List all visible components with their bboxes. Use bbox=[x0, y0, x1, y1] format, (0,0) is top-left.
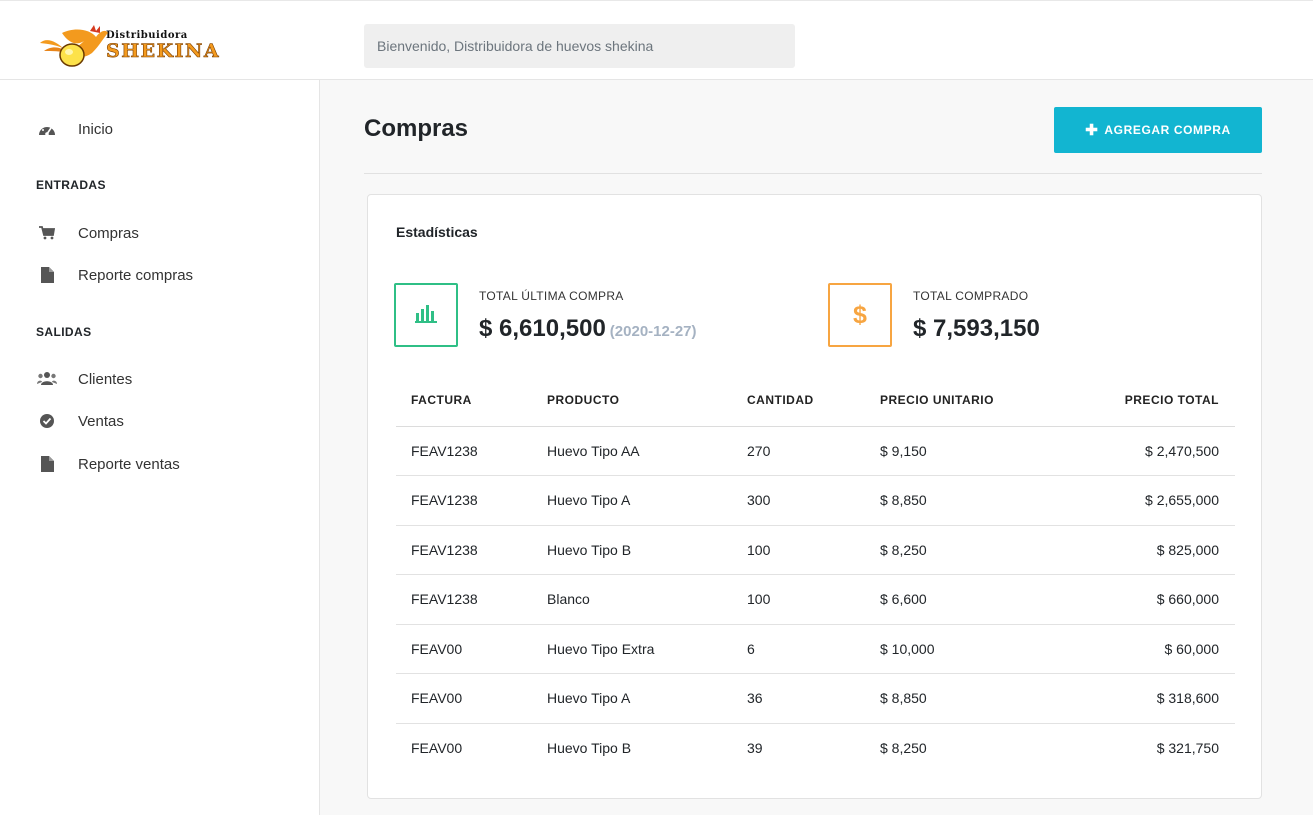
cell-producto: Blanco bbox=[532, 574, 732, 625]
sidebar-item-label: Clientes bbox=[78, 370, 133, 388]
sidebar-item-label: Ventas bbox=[78, 412, 124, 430]
last-purchase-date: (2020-12-27) bbox=[609, 323, 697, 340]
cell-precio-unitario: $ 8,250 bbox=[880, 740, 927, 756]
cell-producto: Huevo Tipo A bbox=[532, 475, 732, 526]
cell-factura: FEAV1238 bbox=[396, 426, 532, 476]
sidebar-item-reporte-compras[interactable]: Reporte compras bbox=[36, 266, 193, 284]
sidebar-item-label: Compras bbox=[78, 224, 139, 242]
total-purchased-label: TOTAL COMPRADO bbox=[913, 289, 1029, 303]
cell-cantidad: 36 bbox=[732, 673, 865, 724]
cell-precio-total: $ 321,750 bbox=[1156, 740, 1219, 756]
total-purchased-stat-icon-box: $ bbox=[828, 283, 892, 347]
cell-factura: FEAV00 bbox=[396, 624, 532, 674]
sidebar-item-label: Reporte ventas bbox=[78, 455, 180, 473]
table-header-row: FACTURA PRODUCTO CANTIDAD PRECIO UNITARI… bbox=[396, 375, 1235, 427]
sidebar-item-clientes[interactable]: Clientes bbox=[36, 370, 132, 388]
section-heading-salidas: SALIDAS bbox=[36, 325, 92, 339]
cell-cantidad: 100 bbox=[732, 574, 865, 625]
statistics-card: Estadísticas TOTAL ÚLTIMA COMPRA $ 6,610… bbox=[367, 194, 1262, 799]
brand-logo[interactable]: Distribuidora SHEKINA bbox=[34, 23, 244, 69]
cell-cantidad: 6 bbox=[732, 624, 865, 674]
cart-icon bbox=[36, 224, 58, 242]
cell-precio-unitario: $ 8,850 bbox=[865, 475, 1065, 526]
cell-precio-total: $ 825,000 bbox=[1065, 525, 1235, 575]
cell-cantidad: 270 bbox=[732, 426, 865, 476]
sidebar-item-reporte-ventas[interactable]: Reporte ventas bbox=[36, 455, 180, 473]
cell-factura: FEAV00 bbox=[411, 740, 463, 756]
cell-precio-unitario: $ 9,150 bbox=[865, 426, 1065, 476]
cell-factura: FEAV1238 bbox=[396, 475, 532, 526]
table-row[interactable]: FEAV00 Huevo Tipo Extra 6 $ 10,000 $ 60,… bbox=[396, 624, 1235, 674]
cell-precio-total: $ 660,000 bbox=[1065, 574, 1235, 625]
cell-precio-total: $ 318,600 bbox=[1065, 673, 1235, 724]
table-row[interactable]: FEAV1238 Blanco 100 $ 6,600 $ 660,000 bbox=[396, 574, 1235, 625]
users-icon bbox=[36, 370, 58, 388]
cell-producto: Huevo Tipo B bbox=[547, 740, 632, 756]
logo-line-2: SHEKINA bbox=[106, 40, 221, 62]
top-bar: Distribuidora SHEKINA Bienvenido, Distri… bbox=[0, 0, 1313, 80]
cell-precio-unitario: $ 6,600 bbox=[865, 574, 1065, 625]
cell-cantidad: 300 bbox=[732, 475, 865, 526]
table-row[interactable]: FEAV00 Huevo Tipo B 39 $ 8,250 $ 321,750 bbox=[396, 723, 1235, 773]
cell-precio-total: $ 2,655,000 bbox=[1065, 475, 1235, 526]
cell-factura: FEAV00 bbox=[396, 673, 532, 724]
cell-factura: FEAV1238 bbox=[396, 525, 532, 575]
sidebar-item-label: Reporte compras bbox=[78, 266, 194, 284]
column-header-producto[interactable]: PRODUCTO bbox=[532, 375, 732, 427]
plus-icon: ✚ bbox=[1085, 122, 1099, 139]
dashboard-icon bbox=[36, 120, 58, 138]
card-title: Estadísticas bbox=[396, 224, 478, 240]
cell-precio-unitario: $ 10,000 bbox=[865, 624, 1065, 674]
add-purchase-label: AGREGAR COMPRA bbox=[1104, 123, 1231, 137]
cell-producto: Huevo Tipo Extra bbox=[532, 624, 732, 674]
cell-producto: Huevo Tipo AA bbox=[532, 426, 732, 476]
column-header-precio-total[interactable]: PRECIO TOTAL bbox=[1065, 375, 1235, 427]
cell-precio-unitario: $ 8,250 bbox=[865, 525, 1065, 575]
table-row[interactable]: FEAV00 Huevo Tipo A 36 $ 8,850 $ 318,600 bbox=[396, 673, 1235, 724]
title-divider bbox=[364, 173, 1262, 174]
section-heading-entradas: ENTRADAS bbox=[36, 178, 106, 192]
cell-factura: FEAV1238 bbox=[396, 574, 532, 625]
add-purchase-button[interactable]: ✚ AGREGAR COMPRA bbox=[1054, 107, 1262, 153]
column-header-cantidad[interactable]: CANTIDAD bbox=[732, 375, 865, 427]
total-purchased-value: $ 7,593,150 bbox=[913, 315, 1040, 342]
page-title: Compras bbox=[364, 115, 469, 142]
sidebar-item-label: Inicio bbox=[78, 120, 114, 138]
purchases-table: FACTURA PRODUCTO CANTIDAD PRECIO UNITARI… bbox=[396, 375, 1235, 773]
cell-precio-total: $ 2,470,500 bbox=[1065, 426, 1235, 476]
column-header-factura[interactable]: FACTURA bbox=[396, 375, 532, 427]
check-circle-icon bbox=[36, 412, 58, 430]
table-row[interactable]: FEAV1238 Huevo Tipo AA 270 $ 9,150 $ 2,4… bbox=[396, 426, 1235, 476]
dollar-icon: $ bbox=[853, 300, 867, 329]
sidebar-item-compras[interactable]: Compras bbox=[36, 224, 139, 242]
column-header-precio-unitario[interactable]: PRECIO UNITARIO bbox=[865, 375, 1065, 427]
table-row[interactable]: FEAV1238 Huevo Tipo A 300 $ 8,850 $ 2,65… bbox=[396, 475, 1235, 526]
table-row[interactable]: FEAV1238 Huevo Tipo B 100 $ 8,250 $ 825,… bbox=[396, 525, 1235, 575]
welcome-banner: Bienvenido, Distribuidora de huevos shek… bbox=[364, 24, 795, 68]
rooster-egg-logo-icon bbox=[34, 23, 110, 69]
file-icon bbox=[36, 266, 58, 284]
last-purchase-label: TOTAL ÚLTIMA COMPRA bbox=[479, 289, 624, 303]
cell-precio-unitario: $ 8,850 bbox=[865, 673, 1065, 724]
cell-cantidad: 39 bbox=[747, 740, 763, 756]
file-icon bbox=[36, 455, 58, 473]
last-purchase-stat-icon-box bbox=[394, 283, 458, 347]
cell-producto: Huevo Tipo A bbox=[532, 673, 732, 724]
sidebar-item-ventas[interactable]: Ventas bbox=[36, 412, 124, 430]
sidebar-item-inicio[interactable]: Inicio bbox=[36, 120, 113, 138]
cell-cantidad: 100 bbox=[732, 525, 865, 575]
cell-precio-total: $ 60,000 bbox=[1065, 624, 1235, 674]
sidebar: Inicio ENTRADAS Compras Reporte compras … bbox=[0, 80, 320, 815]
last-purchase-value: $ 6,610,500 (2020-12-27) bbox=[479, 315, 697, 342]
bar-chart-icon bbox=[414, 303, 438, 328]
cell-producto: Huevo Tipo B bbox=[532, 525, 732, 575]
